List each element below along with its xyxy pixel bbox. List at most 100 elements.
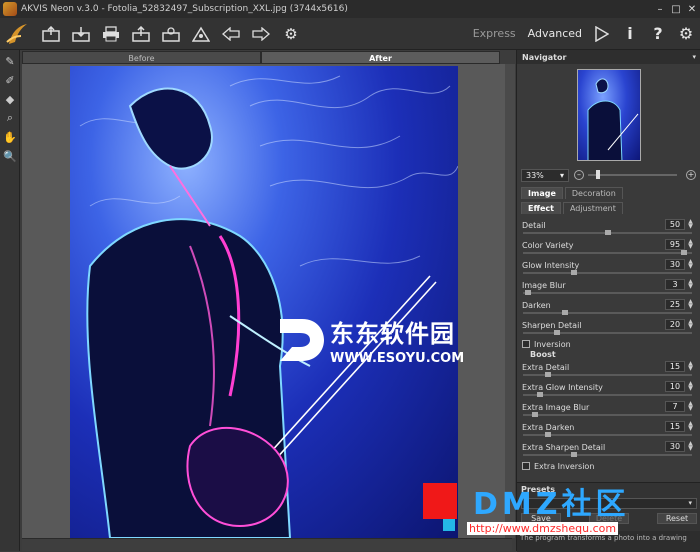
boost-title: Boost	[530, 350, 556, 359]
redo-icon[interactable]	[250, 23, 272, 45]
brush-icon[interactable]: ✎	[2, 53, 18, 69]
slider-knob[interactable]	[570, 270, 577, 275]
zoom-out-icon[interactable]: –	[574, 170, 584, 180]
param-slider[interactable]	[523, 330, 692, 335]
maximize-icon[interactable]: □	[668, 4, 684, 15]
settings-panel: Navigator ▾ 33% ▾ – + Image Decoration Ef…	[516, 50, 700, 552]
history-brush-icon[interactable]: ✐	[2, 72, 18, 88]
save-icon[interactable]	[70, 23, 92, 45]
tab-before[interactable]: Before	[22, 51, 261, 64]
slider-knob[interactable]	[570, 452, 577, 457]
spinner-icon[interactable]: ▲ ▼	[686, 421, 695, 432]
slider-knob[interactable]	[680, 250, 687, 255]
magnifier-icon[interactable]: ⌕	[2, 110, 18, 126]
watermark-cn-text: 东东软件园	[330, 320, 455, 348]
slider-knob[interactable]	[562, 310, 569, 315]
help-icon[interactable]: ?	[647, 23, 669, 45]
param-value-input[interactable]: 15	[665, 421, 685, 432]
navigator-preview[interactable]	[517, 64, 700, 166]
param-value-input[interactable]: 3	[665, 279, 685, 290]
param-label: Color Variety	[522, 241, 574, 250]
zoom-icon[interactable]: 🔍	[2, 148, 18, 164]
tab-after[interactable]: After	[261, 51, 500, 64]
zoom-slider[interactable]	[588, 170, 677, 179]
param-slider[interactable]	[523, 250, 692, 255]
advanced-mode-button[interactable]: Advanced	[528, 27, 582, 40]
dmz-url: http://www.dmzshequ.com	[467, 522, 619, 535]
spinner-icon[interactable]: ▲ ▼	[686, 381, 695, 392]
spinner-icon[interactable]: ▲ ▼	[686, 441, 695, 452]
chevron-down-icon: ▾	[559, 170, 564, 180]
slider-knob[interactable]	[545, 372, 552, 377]
spinner-icon[interactable]: ▲ ▼	[686, 299, 695, 310]
checkbox-box[interactable]	[522, 462, 530, 470]
vertical-scrollbar[interactable]	[505, 64, 515, 538]
param-value-input[interactable]: 15	[665, 361, 685, 372]
slider-knob[interactable]	[525, 290, 532, 295]
zoom-value: 33%	[526, 170, 544, 180]
extra-inversion-checkbox[interactable]: Extra Inversion	[521, 460, 696, 472]
slider-knob[interactable]	[531, 412, 538, 417]
param-slider[interactable]	[523, 290, 692, 295]
express-mode-button[interactable]: Express	[473, 27, 516, 40]
param-slider[interactable]	[523, 270, 692, 275]
param-slider[interactable]	[523, 230, 692, 235]
param-value-input[interactable]: 7	[665, 401, 685, 412]
param-slider[interactable]	[523, 392, 692, 397]
checkbox-box[interactable]	[522, 340, 530, 348]
eraser-icon[interactable]: ◆	[2, 91, 18, 107]
settings-icon[interactable]	[160, 23, 182, 45]
navigator-thumbnail[interactable]	[576, 69, 641, 161]
param-value-input[interactable]: 30	[665, 441, 685, 452]
param-row: Sharpen Detail 20 ▲ ▼	[521, 318, 696, 338]
close-icon[interactable]: ✕	[684, 4, 700, 15]
run-icon[interactable]	[591, 23, 613, 45]
spinner-icon[interactable]: ▲ ▼	[686, 279, 695, 290]
param-slider[interactable]	[523, 452, 692, 457]
slider-knob[interactable]	[545, 432, 552, 437]
inversion-checkbox[interactable]: Inversion	[521, 338, 696, 350]
image-canvas[interactable]: 东东软件园 WWW.ESOYU.COM	[22, 64, 512, 538]
param-value-input[interactable]: 25	[665, 299, 685, 310]
tab-image[interactable]: Image	[521, 187, 563, 199]
slider-knob[interactable]	[604, 230, 611, 235]
param-value-input[interactable]: 95	[665, 239, 685, 250]
spinner-icon[interactable]: ▲ ▼	[686, 239, 695, 250]
param-label: Image Blur	[522, 281, 566, 290]
param-label: Sharpen Detail	[522, 321, 582, 330]
preferences-icon[interactable]: ⚙	[675, 23, 697, 45]
info-icon[interactable]: i	[619, 23, 641, 45]
open-icon[interactable]	[40, 23, 62, 45]
param-list: Detail 50 ▲ ▼ Color Variety 95 ▲ ▼ Glow Intensit…	[521, 218, 696, 338]
zoom-in-icon[interactable]: +	[686, 170, 696, 180]
param-value-input[interactable]: 10	[665, 381, 685, 392]
param-value-input[interactable]: 20	[665, 319, 685, 330]
param-value-input[interactable]: 50	[665, 219, 685, 230]
param-slider[interactable]	[523, 412, 692, 417]
zoom-slider-knob[interactable]	[596, 170, 600, 179]
print-icon[interactable]	[100, 23, 122, 45]
spinner-icon[interactable]: ▲ ▼	[686, 319, 695, 330]
spinner-icon[interactable]: ▲ ▼	[686, 219, 695, 230]
tab-adjustment[interactable]: Adjustment	[562, 202, 623, 214]
undo-icon[interactable]	[220, 23, 242, 45]
gears-icon[interactable]: ⚙	[280, 23, 302, 45]
spinner-icon[interactable]: ▲ ▼	[686, 401, 695, 412]
collapse-icon[interactable]: ▾	[692, 53, 696, 61]
spinner-icon[interactable]: ▲ ▼	[686, 361, 695, 372]
share-icon[interactable]	[130, 23, 152, 45]
param-slider[interactable]	[523, 372, 692, 377]
param-row: Extra Image Blur 7 ▲ ▼	[521, 400, 696, 420]
slider-knob[interactable]	[553, 330, 560, 335]
spinner-icon[interactable]: ▲ ▼	[686, 259, 695, 270]
zoom-select[interactable]: 33% ▾	[521, 168, 569, 182]
hand-icon[interactable]: ✋	[2, 129, 18, 145]
slider-knob[interactable]	[536, 392, 543, 397]
param-slider[interactable]	[523, 310, 692, 315]
tab-decoration[interactable]: Decoration	[564, 187, 623, 199]
param-value-input[interactable]: 30	[665, 259, 685, 270]
tab-effect[interactable]: Effect	[521, 202, 561, 214]
batch-icon[interactable]	[190, 23, 212, 45]
minimize-icon[interactable]: –	[652, 4, 668, 15]
param-slider[interactable]	[523, 432, 692, 437]
